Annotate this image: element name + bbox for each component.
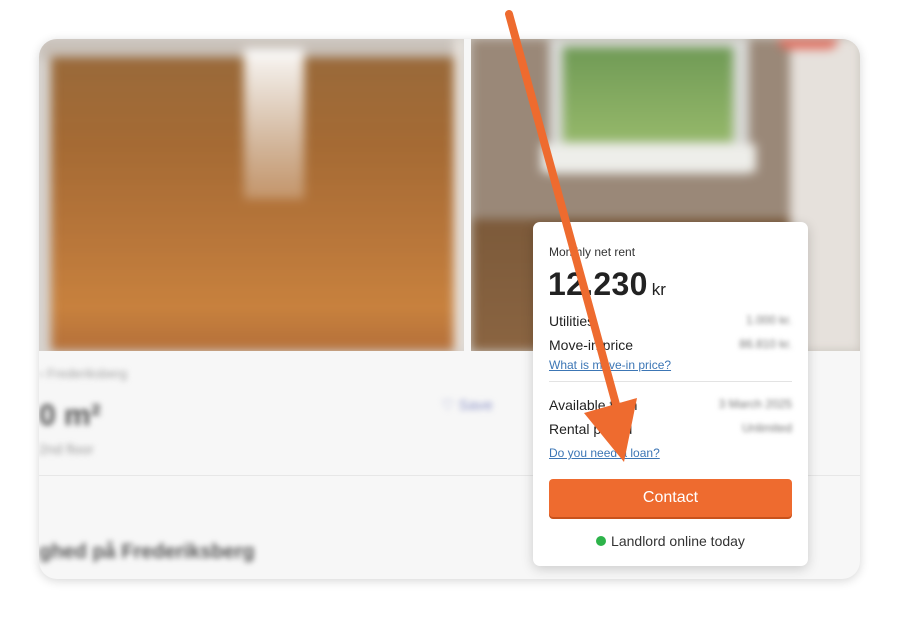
rental-period-value: Unlimited	[741, 421, 792, 435]
utilities-row: Utilities 1.000 kr.	[549, 313, 792, 329]
movein-value: 86.810 kr.	[739, 337, 792, 351]
available-label: Available from	[549, 397, 638, 413]
page: › Frederiksberg 0 m² 2nd floor ♡ Save gh…	[0, 0, 899, 618]
utilities-value: 1.000 kr.	[745, 313, 792, 327]
available-row: Available from 3 March 2025	[549, 397, 792, 413]
rent-label: Monthly net rent	[549, 245, 636, 259]
utilities-label: Utilities	[549, 313, 595, 329]
rental-period-label: Rental period	[549, 421, 633, 437]
rent-amount: 12.230	[548, 266, 648, 302]
rent-panel: Monthly net rent 12.230 kr Utilities 1.00…	[533, 222, 808, 566]
listing-headline: ghed på Frederiksberg	[39, 541, 255, 563]
landlord-status: Landlord online today	[533, 533, 808, 549]
listing-size-title: 0 m²	[39, 399, 101, 432]
contact-button[interactable]: Contact	[549, 479, 792, 517]
movein-info-link[interactable]: What is move-in price?	[549, 358, 671, 372]
listing-floor: 2nd floor	[39, 441, 94, 457]
rent-unit: kr	[651, 280, 666, 299]
save-label: Save	[458, 397, 493, 414]
movein-label: Move-in price	[549, 337, 634, 353]
save-button[interactable]: ♡ Save	[441, 396, 493, 414]
movein-row: Move-in price 86.810 kr.	[549, 337, 792, 353]
landlord-status-label: Landlord online today	[611, 533, 745, 549]
panel-divider	[549, 381, 792, 382]
available-value: 3 March 2025	[718, 397, 792, 411]
rent-price: 12.230 kr	[548, 266, 666, 306]
loan-link[interactable]: Do you need a loan?	[549, 446, 660, 460]
rental-period-row: Rental period Unlimited	[549, 421, 792, 437]
listing-photo-main[interactable]	[39, 39, 464, 351]
breadcrumb[interactable]: › Frederiksberg	[39, 366, 127, 381]
heart-icon: ♡	[441, 397, 455, 414]
online-dot-icon	[596, 536, 607, 546]
